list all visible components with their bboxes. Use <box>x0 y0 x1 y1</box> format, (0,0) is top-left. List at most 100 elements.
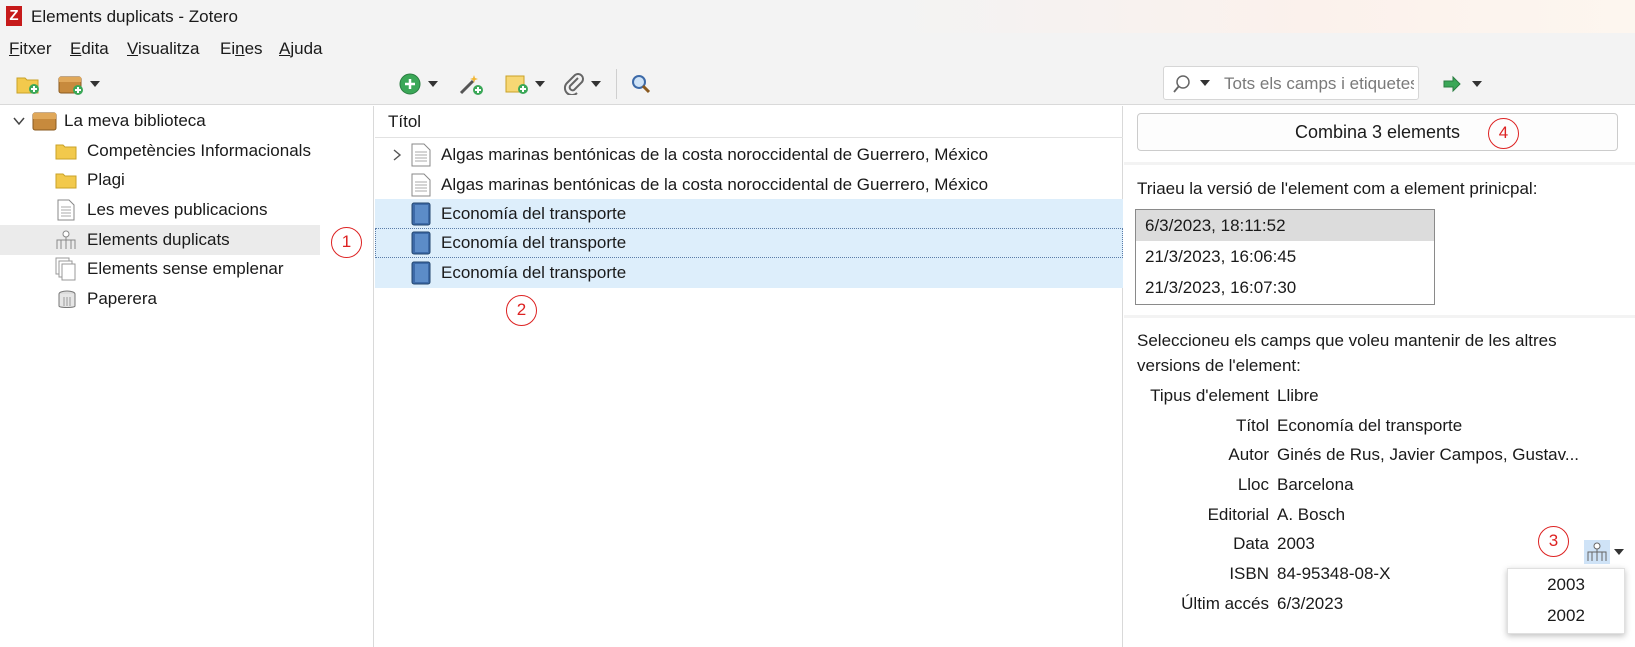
tree-item-my-library[interactable]: La meva biblioteca <box>0 106 320 136</box>
search-input[interactable] <box>1224 73 1414 95</box>
field-version-button[interactable] <box>1584 537 1626 567</box>
merge-pane: Combina 3 elements Triaeu la versió de l… <box>1124 106 1635 647</box>
field-item-type: Tipus d'element Llibre <box>1124 381 1624 411</box>
menu-edita-label: dita <box>81 39 109 58</box>
callout-2: 2 <box>506 295 537 326</box>
popup-option[interactable]: 2003 <box>1508 569 1624 600</box>
new-collection-icon <box>16 77 39 94</box>
trash-icon <box>58 290 76 308</box>
fields-prompt: Seleccioneu els camps que voleu mantenir… <box>1137 328 1557 378</box>
arrow-right-icon <box>1443 75 1461 93</box>
chevron-down-icon <box>591 81 601 87</box>
column-header-title[interactable]: Títol <box>375 106 1123 138</box>
field-label: Lloc <box>1237 475 1269 494</box>
menu-fitxer[interactable]: Fitxer <box>9 39 52 59</box>
item-row[interactable]: Algas marinas bentónicas de la costa nor… <box>375 140 1123 170</box>
field-label: ISBN <box>1229 564 1269 583</box>
window-title: Elements duplicats - Zotero <box>31 7 238 26</box>
chevron-right-icon[interactable] <box>391 148 403 162</box>
callout-3: 3 <box>1538 526 1569 557</box>
field-value[interactable]: A. Bosch <box>1277 505 1345 525</box>
search-box <box>1163 66 1419 100</box>
merge-button-card: Combina 3 elements <box>1124 106 1635 162</box>
locate-button[interactable] <box>1442 71 1482 97</box>
callout-1: 1 <box>331 227 362 258</box>
chevron-down-icon <box>13 117 25 126</box>
version-option[interactable]: 6/3/2023, 18:11:52 <box>1136 210 1434 241</box>
version-prompt: Triaeu la versió de l'element com a elem… <box>1137 179 1538 198</box>
add-by-identifier-button[interactable] <box>458 71 484 97</box>
field-label: Editorial <box>1207 505 1269 524</box>
menu-ajuda-label: juda <box>290 39 323 58</box>
field-label: Autor <box>1228 445 1269 464</box>
item-title: Economía del transporte <box>441 263 627 282</box>
tree-item-my-publications[interactable]: Les meves publicacions <box>0 195 320 225</box>
new-collection-button[interactable] <box>16 71 40 97</box>
book-icon <box>411 261 431 285</box>
item-row[interactable]: Economía del transporte <box>375 258 1123 288</box>
search-mode-dropdown[interactable] <box>1200 80 1210 86</box>
menu-ajuda[interactable]: Ajuda <box>279 39 322 59</box>
document-icon <box>411 173 431 197</box>
menu-eines-pre: Ei <box>220 39 236 58</box>
duplicates-icon <box>56 230 76 249</box>
item-row[interactable]: Algas marinas bentónicas de la costa nor… <box>375 170 1123 200</box>
magnifier-icon <box>632 75 651 94</box>
version-option[interactable]: 21/3/2023, 16:07:30 <box>1136 272 1434 303</box>
field-value[interactable]: 84-95348-08-X <box>1277 564 1390 584</box>
menu-visualitza[interactable]: Visualitza <box>127 39 199 59</box>
field-label: Data <box>1233 534 1269 553</box>
field-value[interactable]: Llibre <box>1277 386 1319 406</box>
tree-item-duplicates[interactable]: Elements duplicats <box>0 225 320 255</box>
chevron-down-icon <box>1614 549 1624 555</box>
paperclip-icon <box>563 73 584 95</box>
tree-item-competencies[interactable]: Competències Informacionals <box>0 136 320 166</box>
item-title: Algas marinas bentónicas de la costa nor… <box>441 175 989 194</box>
version-list[interactable]: 6/3/2023, 18:11:52 21/3/2023, 16:06:45 2… <box>1135 209 1435 305</box>
folder-icon <box>55 173 77 189</box>
item-title: Algas marinas bentónicas de la costa nor… <box>441 145 989 164</box>
book-icon <box>411 202 431 226</box>
merge-items-button[interactable]: Combina 3 elements <box>1137 113 1618 151</box>
toolbar-separator <box>616 69 617 99</box>
field-label: Últim accés <box>1181 594 1269 613</box>
new-item-button[interactable] <box>398 71 438 97</box>
field-place: Lloc Barcelona <box>1124 470 1624 500</box>
unfiled-icon <box>55 257 76 281</box>
popup-option[interactable]: 2002 <box>1508 600 1624 631</box>
item-row[interactable]: Economía del transporte <box>375 199 1123 229</box>
menu-eines[interactable]: Eines <box>220 39 263 59</box>
tree-label: Competències Informacionals <box>87 141 311 160</box>
chevron-down-icon <box>1472 81 1482 87</box>
field-value[interactable]: 2003 <box>1277 534 1315 554</box>
add-attachment-button[interactable] <box>563 71 601 97</box>
tree-label: Paperera <box>87 289 157 308</box>
field-value[interactable]: Barcelona <box>1277 475 1354 495</box>
tree-item-unfiled[interactable]: Elements sense emplenar <box>0 254 320 284</box>
magic-wand-icon <box>459 75 483 95</box>
field-version-popup: 2003 2002 <box>1507 568 1625 634</box>
field-value[interactable]: 6/3/2023 <box>1277 594 1343 614</box>
advanced-search-button[interactable] <box>630 71 652 97</box>
version-option[interactable]: 21/3/2023, 16:06:45 <box>1136 241 1434 272</box>
new-note-button[interactable] <box>505 71 545 97</box>
tree-item-trash[interactable]: Paperera <box>0 284 320 314</box>
menu-fitxer-label: itxer <box>19 39 52 58</box>
folder-icon <box>55 144 77 160</box>
document-icon <box>57 199 75 221</box>
item-title: Economía del transporte <box>441 204 627 223</box>
tree-label: La meva biblioteca <box>64 111 206 130</box>
menu-bar: Fitxer Edita Visualitza Eines Ajuda <box>0 33 1635 63</box>
item-row[interactable]: Economía del transporte <box>375 228 1123 258</box>
field-value[interactable]: Economía del transporte <box>1277 416 1462 436</box>
new-library-button[interactable] <box>58 71 100 97</box>
version-card: Triaeu la versió de l'element com a elem… <box>1124 165 1635 315</box>
item-title: Economía del transporte <box>441 233 627 252</box>
menu-eines-accel: n <box>235 39 245 58</box>
menu-edita[interactable]: Edita <box>70 39 109 59</box>
field-value[interactable]: Ginés de Rus, Javier Campos, Gustav... <box>1277 445 1579 465</box>
add-item-icon <box>399 73 421 95</box>
tree-item-plagi[interactable]: Plagi <box>0 165 320 195</box>
field-label: Títol <box>1235 416 1269 435</box>
book-icon <box>411 231 431 255</box>
